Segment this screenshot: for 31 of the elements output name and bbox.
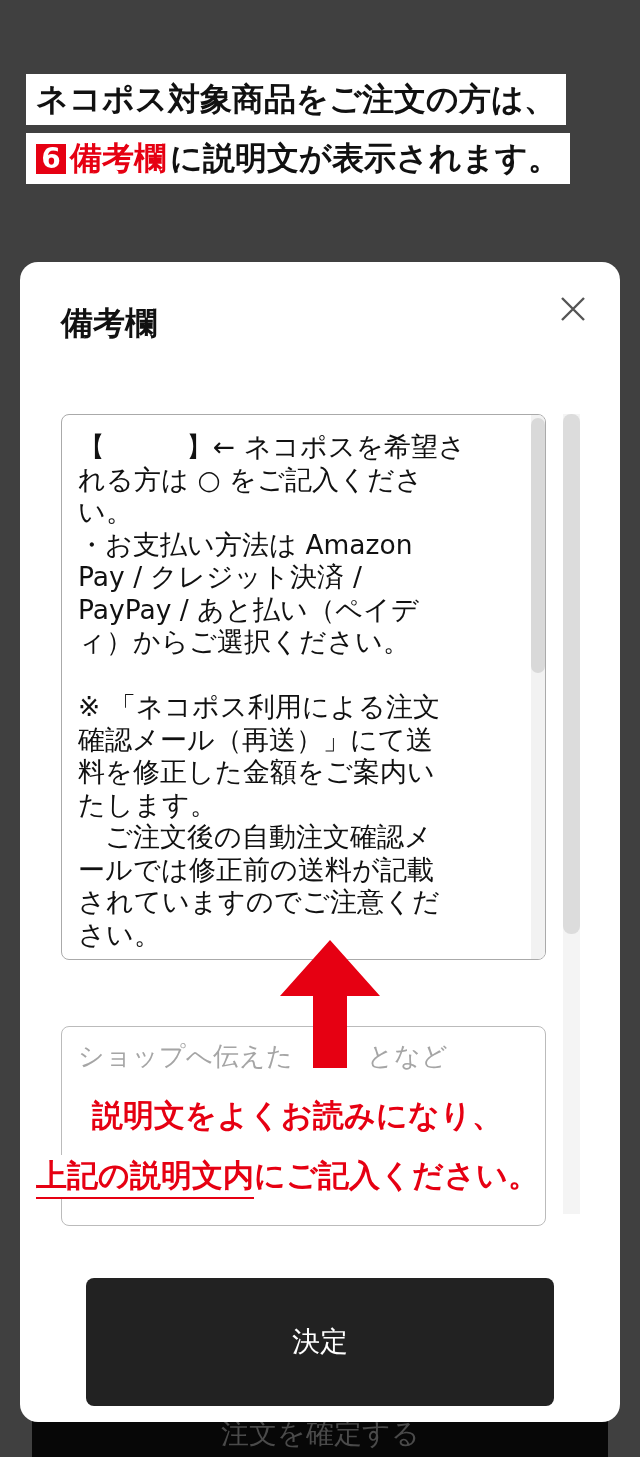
- confirm-order-text: 注文を確定する: [220, 1416, 420, 1452]
- notes-line: い。: [78, 496, 133, 529]
- step-number-badge: 6: [36, 143, 66, 174]
- banner-text: に説明文が表示されます。: [170, 137, 560, 179]
- underlined-text: 上記の説明文内: [36, 1155, 254, 1199]
- modal-title: 備考欄: [61, 303, 157, 344]
- notes-line: ールでは修正前の送料が記載: [78, 853, 434, 886]
- highlight-text: 備考欄: [70, 137, 166, 179]
- notes-line: PayPay / あと払い（ペイデ: [78, 593, 420, 626]
- banner-text: ネコポス対象商品をご注文の方は、: [36, 78, 556, 120]
- scrollbar-thumb[interactable]: [531, 418, 546, 673]
- notes-line: 【 】← ネコポスを希望さ: [78, 431, 466, 464]
- placeholder-text: ショップへ伝えた: [78, 1040, 293, 1073]
- notes-line: ご注文後の自動注文確認メ: [104, 821, 432, 854]
- notes-line: ・お支払い方法は Amazon: [78, 528, 413, 561]
- notes-line: れる方は ○ をご記入くださ: [78, 463, 423, 496]
- callout-text: 説明文をよくお読みになり、: [92, 1096, 503, 1135]
- notes-line: ィ）からご選択ください。: [78, 626, 410, 659]
- notes-line: ※ 「ネコポス利用による注文: [78, 691, 440, 724]
- notes-line: 確認メール（再送）」にて送: [78, 723, 433, 756]
- submit-button[interactable]: 決定: [86, 1278, 554, 1406]
- notes-line: 料を修正した金額をご案内い: [78, 756, 435, 789]
- notes-line: されていますのでご注意くだ: [78, 886, 440, 919]
- notes-textarea[interactable]: 【 】← ネコポスを希望さ れる方は ○ をご記入くださ い。 ・お支払い方法は Amazon Pay / クレジット決済 / PayPay / あと払い（ペイデ ィ）からご選択ください。 ※ 「ネコポス利用による注文 確認メール（再送）」にて送 料を修正した金額をご案内い たします。 ご注文後の自動注文確認メ ールでは修正前の送料が記載 されていますのでご注意くだ さい。: [61, 414, 547, 960]
- callout-text: にご記入ください。: [254, 1156, 539, 1195]
- scrollbar-thumb[interactable]: [563, 414, 580, 934]
- placeholder-text: となど: [367, 1040, 448, 1073]
- notes-line: さい。: [78, 918, 161, 951]
- notes-line: たします。: [78, 788, 217, 821]
- close-icon[interactable]: [560, 296, 586, 322]
- notes-line: Pay / クレジット決済 /: [78, 561, 362, 594]
